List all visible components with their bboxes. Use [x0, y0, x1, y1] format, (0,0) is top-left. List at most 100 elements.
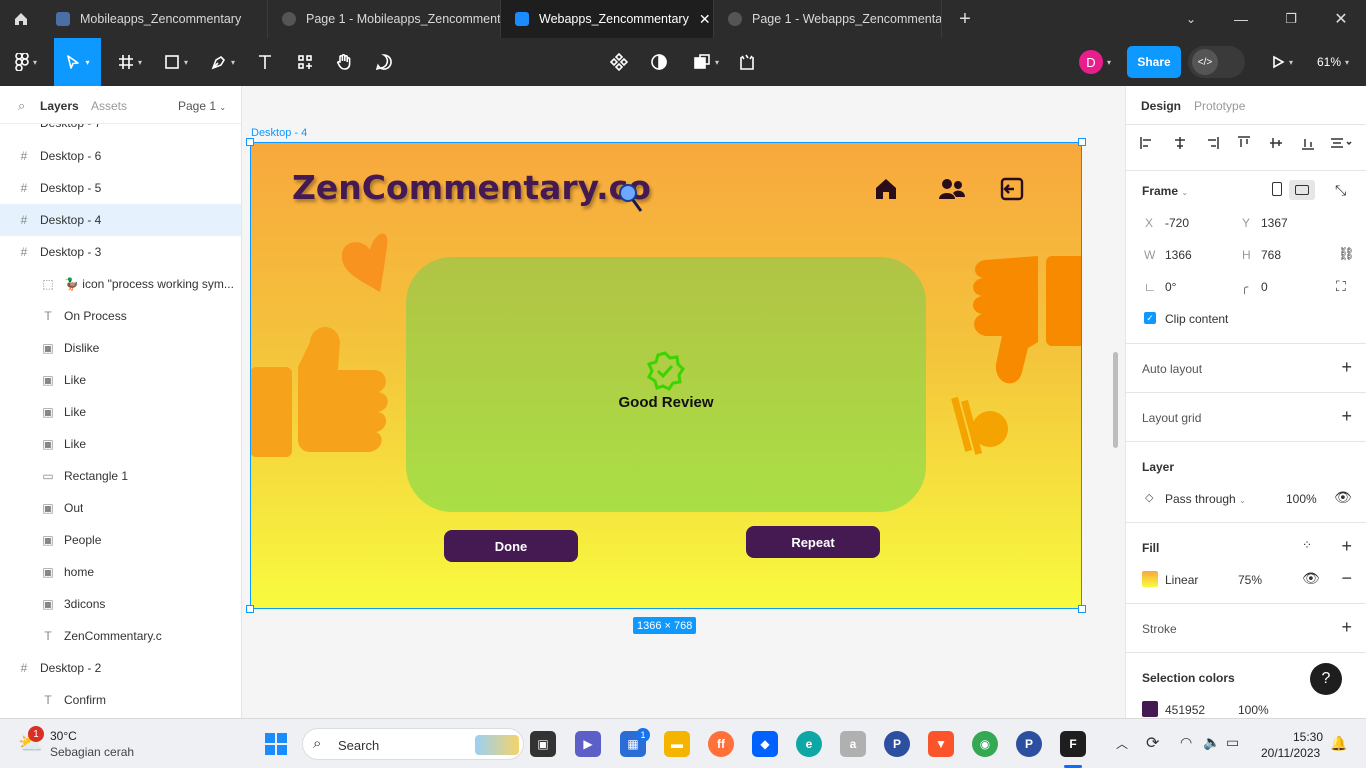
remove-fill-icon[interactable]: −: [1341, 569, 1352, 587]
dev-crop-icon[interactable]: [734, 38, 760, 86]
eye-icon[interactable]: 👁: [1302, 570, 1320, 587]
tab-page1-webapps[interactable]: Page 1 - Webapps_Zencommentary: [714, 0, 942, 38]
layer-row[interactable]: T On Process: [0, 300, 241, 332]
present-button[interactable]: ▾: [1262, 38, 1302, 86]
layer-row[interactable]: ▣ 3dicons: [0, 588, 241, 620]
contrast-icon[interactable]: [646, 38, 672, 86]
resize-handle-tr[interactable]: [1078, 138, 1086, 146]
frame-label[interactable]: Desktop - 4: [251, 127, 307, 139]
file-explorer-icon[interactable]: ▬: [664, 731, 690, 757]
app-p2-icon[interactable]: P: [1016, 731, 1042, 757]
tab-webapps[interactable]: Webapps_Zencommentary ✕: [501, 0, 714, 38]
eye-icon[interactable]: 👁: [1334, 489, 1352, 506]
selection-color-opacity[interactable]: 100%: [1238, 703, 1269, 717]
independent-corners-icon[interactable]: ⛶: [1336, 278, 1346, 295]
people-icon[interactable]: [938, 177, 966, 204]
minimize-icon[interactable]: —: [1226, 0, 1256, 38]
fill-swatch[interactable]: [1142, 571, 1158, 587]
windows-start-icon[interactable]: [264, 732, 288, 756]
y-input[interactable]: 1367: [1261, 216, 1288, 230]
brave-icon[interactable]: ▼: [928, 731, 954, 757]
hand-tool-icon[interactable]: [331, 38, 357, 86]
tab-mobileapps[interactable]: Mobileapps_Zencommentary: [42, 0, 268, 38]
height-input[interactable]: 768: [1261, 248, 1281, 262]
canvas[interactable]: Desktop - 4 ZenCommentary.co Good Review…: [242, 86, 1125, 718]
canvas-scrollbar[interactable]: [1113, 352, 1118, 448]
layer-row[interactable]: # Desktop - 5: [0, 172, 241, 204]
selection-color-swatch[interactable]: [1142, 701, 1158, 717]
align-center-v-icon[interactable]: [1269, 136, 1283, 150]
sync-icon[interactable]: ⟳: [1146, 733, 1159, 753]
layer-row[interactable]: ⬚ 🦆 icon "process working sym...: [0, 268, 241, 300]
taskbar-search[interactable]: ⌕ Search: [302, 728, 524, 760]
volume-icon[interactable]: 🔈: [1203, 734, 1220, 751]
comment-tool-icon[interactable]: [371, 38, 397, 86]
add-layout-grid-icon[interactable]: +: [1341, 407, 1352, 425]
clock-time[interactable]: 15:30: [1293, 730, 1323, 744]
done-button[interactable]: Done: [444, 530, 578, 562]
frame-section-title[interactable]: Frame ⌄: [1142, 184, 1188, 198]
clock-date[interactable]: 20/11/2023: [1261, 746, 1320, 760]
home-icon[interactable]: [8, 0, 34, 38]
layer-row[interactable]: ▣ People: [0, 524, 241, 556]
align-bottom-icon[interactable]: [1301, 136, 1315, 150]
tab-design[interactable]: Design: [1141, 99, 1181, 113]
rotation-input[interactable]: 0°: [1165, 280, 1176, 294]
add-auto-layout-icon[interactable]: +: [1341, 358, 1352, 376]
notification-bell-icon[interactable]: 🔔: [1330, 735, 1347, 752]
main-menu-icon[interactable]: ▾: [6, 38, 46, 86]
layer-row[interactable]: # Desktop - 4: [0, 204, 241, 236]
layer-row[interactable]: # Desktop - 2: [0, 652, 241, 684]
add-fill-icon[interactable]: +: [1341, 537, 1352, 555]
rectangle-tool-icon[interactable]: ▾: [156, 38, 196, 86]
layer-row[interactable]: T ZenCommentary.c: [0, 620, 241, 652]
radius-input[interactable]: 0: [1261, 280, 1268, 294]
layer-row[interactable]: ▣ home: [0, 556, 241, 588]
add-stroke-icon[interactable]: +: [1341, 618, 1352, 636]
constrain-proportions-icon[interactable]: ⛓: [1338, 246, 1355, 262]
boolean-icon[interactable]: ▾: [686, 38, 726, 86]
tab-page1-mobileapps[interactable]: Page 1 - Mobileapps_Zencommentary: [268, 0, 501, 38]
blend-mode-select[interactable]: Pass through ⌄: [1165, 492, 1246, 506]
layer-row[interactable]: # Desktop - 3: [0, 236, 241, 268]
close-icon[interactable]: ✕: [699, 11, 711, 28]
align-center-h-icon[interactable]: [1173, 136, 1187, 150]
chevron-up-icon[interactable]: ︿: [1116, 735, 1128, 752]
edge-icon[interactable]: e: [796, 731, 822, 757]
fill-opacity-input[interactable]: 75%: [1238, 573, 1262, 587]
dev-mode-toggle[interactable]: </>: [1188, 46, 1245, 78]
meet-icon[interactable]: ▶: [575, 731, 601, 757]
resources-icon[interactable]: [292, 38, 318, 86]
figma-taskbar-icon[interactable]: F: [1060, 731, 1086, 757]
landscape-toggle[interactable]: [1289, 180, 1315, 200]
fill-type-label[interactable]: Linear: [1165, 573, 1198, 587]
resize-to-fit-icon[interactable]: ⤡: [1335, 182, 1346, 199]
search-icon[interactable]: ⌕: [18, 98, 25, 114]
portrait-icon[interactable]: [1272, 182, 1282, 196]
align-top-icon[interactable]: [1237, 136, 1251, 150]
layer-row[interactable]: ▭ Rectangle 1: [0, 460, 241, 492]
layer-row[interactable]: # Desktop - 6: [0, 140, 241, 172]
app-p-icon[interactable]: P: [884, 731, 910, 757]
tab-assets[interactable]: Assets: [91, 99, 127, 113]
battery-icon[interactable]: ▭: [1226, 734, 1239, 751]
layer-row[interactable]: T Confirm: [0, 684, 241, 716]
layer-row[interactable]: ▣ Like: [0, 396, 241, 428]
layer-row[interactable]: ▣ Out: [0, 492, 241, 524]
amazon-icon[interactable]: a: [840, 731, 866, 757]
resize-handle-br[interactable]: [1078, 605, 1086, 613]
firefox-icon[interactable]: ff: [708, 731, 734, 757]
layer-opacity-input[interactable]: 100%: [1286, 492, 1317, 506]
page-selector[interactable]: Page 1 ⌄: [178, 99, 226, 113]
wifi-icon[interactable]: ◠: [1180, 734, 1192, 751]
width-input[interactable]: 1366: [1165, 248, 1192, 262]
pen-tool-icon[interactable]: ▾: [202, 38, 244, 86]
components-icon[interactable]: [606, 38, 632, 86]
layer-row[interactable]: ▣ Dislike: [0, 332, 241, 364]
align-left-icon[interactable]: [1140, 136, 1154, 150]
restore-icon[interactable]: ❐: [1276, 0, 1306, 38]
resize-handle-bl[interactable]: [246, 605, 254, 613]
frame-tool-icon[interactable]: ▾: [110, 38, 150, 86]
selection-color-hex[interactable]: 451952: [1165, 703, 1205, 717]
dropbox-icon[interactable]: ◆: [752, 731, 778, 757]
